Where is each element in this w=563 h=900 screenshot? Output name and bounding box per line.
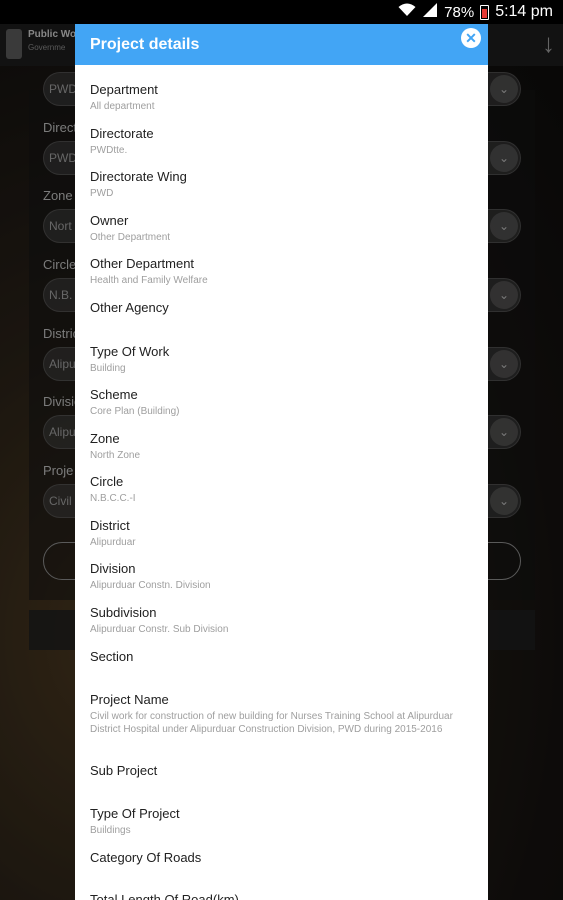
detail-label: Scheme	[90, 387, 138, 402]
detail-value: PWD	[90, 188, 114, 199]
detail-value: Alipurduar Constn. Division	[90, 580, 211, 591]
detail-item-type-of-work: Type Of Work Building	[90, 344, 473, 375]
detail-item-sub-project: Sub Project	[90, 763, 473, 781]
detail-label: Sub Project	[90, 763, 158, 778]
detail-label: Section	[90, 649, 134, 664]
detail-label: Subdivision	[90, 605, 157, 620]
detail-label: Project Name	[90, 692, 169, 707]
detail-label: Directorate Wing	[90, 169, 187, 184]
detail-value: Civil work for construction of new build…	[90, 711, 453, 735]
detail-label: Owner	[90, 213, 129, 228]
detail-label: Department	[90, 82, 158, 97]
detail-label: Total Length Of Road(km)	[90, 892, 239, 900]
status-bar: 78% 5:14 pm	[0, 0, 563, 24]
detail-value: Health and Family Welfare	[90, 275, 208, 286]
detail-label: Other Department	[90, 256, 195, 271]
detail-item-directorate: Directorate PWDtte.	[90, 126, 473, 157]
wifi-icon	[398, 3, 416, 21]
detail-item-owner: Owner Other Department	[90, 213, 473, 244]
detail-label: Category Of Roads	[90, 850, 202, 865]
detail-value: Buildings	[90, 825, 131, 836]
detail-item-section: Section	[90, 649, 473, 667]
detail-item-department: Department All department	[90, 82, 473, 113]
project-details-dialog: Project details ✕ Department All departm…	[75, 24, 488, 900]
detail-item-zone: Zone North Zone	[90, 431, 473, 462]
detail-value: North Zone	[90, 450, 141, 461]
detail-value: PWDtte.	[90, 145, 128, 156]
detail-label: Other Agency	[90, 300, 169, 315]
detail-item-division: Division Alipurduar Constn. Division	[90, 561, 473, 592]
detail-item-type-of-project: Type Of Project Buildings	[90, 806, 473, 837]
detail-value: Alipurduar Constr. Sub Division	[90, 624, 229, 635]
close-icon: ✕	[465, 30, 477, 46]
battery-icon	[480, 4, 490, 20]
detail-item-scheme: Scheme Core Plan (Building)	[90, 387, 473, 418]
detail-item-district: District Alipurduar	[90, 518, 473, 549]
detail-value: Alipurduar	[90, 537, 136, 548]
detail-item-category-of-roads: Category Of Roads	[90, 850, 473, 868]
detail-value: N.B.C.C.-I	[90, 493, 136, 504]
signal-icon	[422, 3, 438, 21]
dialog-header: Project details ✕	[75, 24, 488, 65]
clock: 5:14 pm	[495, 3, 553, 20]
detail-item-project-name: Project Name Civil work for construction…	[90, 692, 473, 736]
battery-percent: 78%	[444, 3, 475, 21]
detail-value: All department	[90, 101, 155, 112]
detail-item-circle: Circle N.B.C.C.-I	[90, 474, 473, 505]
detail-label: Type Of Work	[90, 344, 170, 359]
detail-label: Type Of Project	[90, 806, 180, 821]
detail-value: Core Plan (Building)	[90, 406, 180, 417]
close-button[interactable]: ✕	[461, 28, 481, 48]
detail-item-other-agency: Other Agency	[90, 300, 473, 318]
detail-label: Zone	[90, 431, 120, 446]
detail-value: Building	[90, 363, 126, 374]
detail-label: Division	[90, 561, 136, 576]
detail-label: District	[90, 518, 130, 533]
detail-label: Circle	[90, 474, 124, 489]
detail-item-directorate-wing: Directorate Wing PWD	[90, 169, 473, 200]
detail-value: Other Department	[90, 232, 171, 243]
detail-item-other-department: Other Department Health and Family Welfa…	[90, 256, 473, 287]
detail-label: Directorate	[90, 126, 154, 141]
dialog-title: Project details	[90, 36, 200, 53]
detail-item-total-length-of-road: Total Length Of Road(km)	[90, 892, 473, 900]
detail-item-subdivision: Subdivision Alipurduar Constr. Sub Divis…	[90, 605, 473, 636]
